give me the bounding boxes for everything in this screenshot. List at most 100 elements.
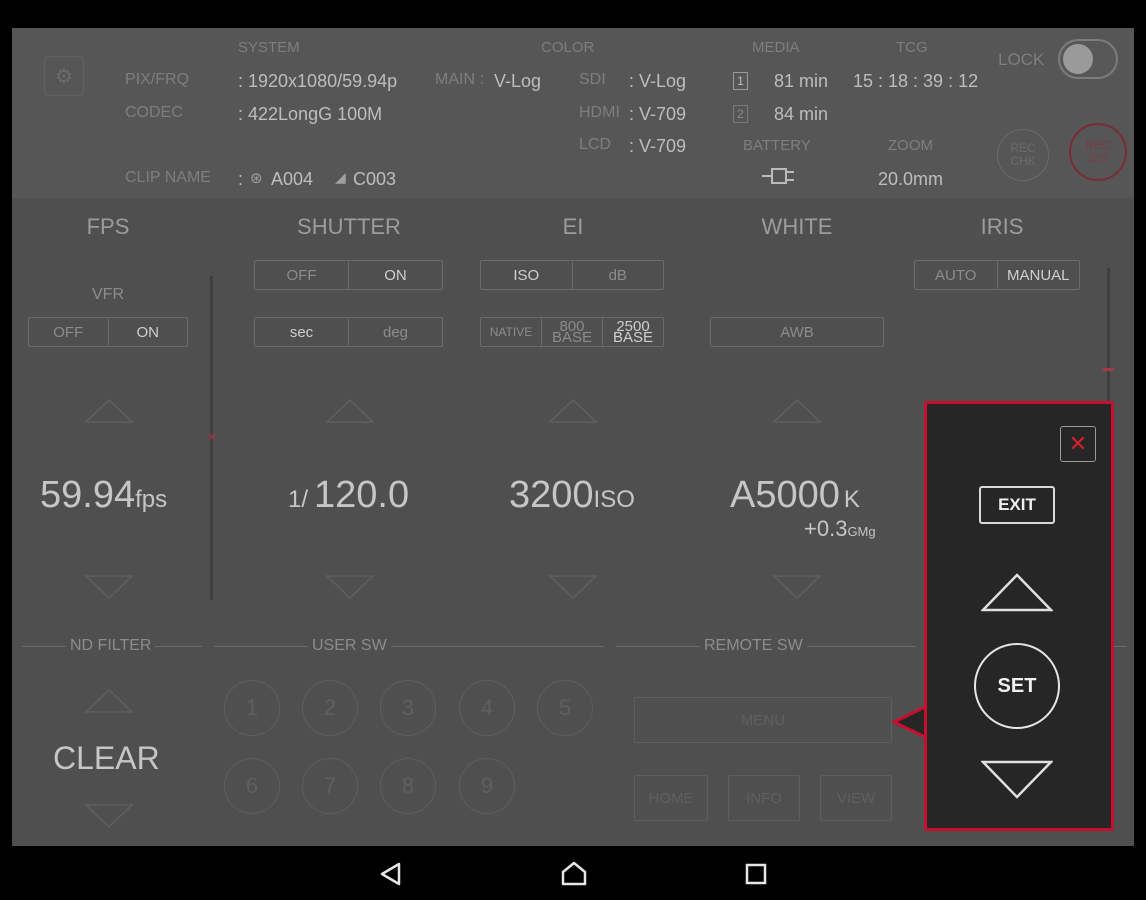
ei-800-base-button[interactable]: 800 BASE	[542, 318, 603, 346]
system-label: SYSTEM	[238, 39, 300, 56]
hdmi-value: : V-709	[629, 104, 687, 124]
white-gm-number: +0.3	[804, 516, 848, 541]
shutter-onoff-toggle[interactable]: OFF ON	[254, 260, 443, 290]
ei-db-button[interactable]: dB	[573, 261, 664, 289]
iris-slider-marker[interactable]	[1103, 368, 1114, 371]
ac-power-icon	[760, 164, 800, 188]
awb-button[interactable]: AWB	[710, 317, 884, 347]
sdi-value: : V-Log	[629, 71, 687, 91]
menu-control-panel: ✕ EXIT SET	[924, 401, 1114, 831]
rec-start-stop-button[interactable]: REC S/S	[1069, 123, 1127, 181]
white-down-arrow-icon[interactable]	[772, 574, 822, 605]
panel-set-button[interactable]: SET	[974, 643, 1060, 729]
vfr-toggle[interactable]: OFF ON	[28, 317, 188, 347]
iris-mode-toggle[interactable]: AUTO MANUAL	[914, 260, 1080, 290]
vfr-on-button[interactable]: ON	[109, 318, 188, 346]
user-sw-button-5[interactable]: 5	[537, 680, 593, 736]
android-navigation-bar	[0, 846, 1146, 900]
shutter-number: 120.0	[314, 474, 410, 516]
shutter-deg-button[interactable]: deg	[349, 318, 442, 346]
ei-unit-toggle[interactable]: ISO dB	[480, 260, 664, 290]
shutter-on-button[interactable]: ON	[349, 261, 442, 289]
awb-label: AWB	[780, 323, 814, 341]
close-icon: ✕	[1068, 431, 1088, 456]
clip-a-icon: ⊛	[250, 170, 263, 187]
camera-remote-screen: ⚙ SYSTEM COLOR MEDIA TCG PIX/FRQ : 1920x…	[12, 28, 1134, 846]
nd-down-arrow-icon[interactable]	[84, 803, 134, 834]
ei-down-arrow-icon[interactable]	[548, 574, 598, 605]
user-sw-button-4[interactable]: 4	[459, 680, 515, 736]
ei-800-base-label: BASE	[551, 329, 593, 346]
clip-c-value: C003	[353, 169, 397, 189]
user-sw-button-2[interactable]: 2	[302, 680, 358, 736]
pixfrq-label: PIX/FRQ	[125, 71, 190, 88]
user-sw-button-3[interactable]: 3	[380, 680, 436, 736]
panel-up-arrow-icon[interactable]	[980, 573, 1054, 618]
shutter-up-arrow-icon[interactable]	[325, 398, 375, 429]
shutter-prefix: 1/	[288, 486, 309, 513]
ei-2500-base-button[interactable]: 2500 BASE	[603, 318, 663, 346]
ei-iso-button[interactable]: ISO	[481, 261, 573, 289]
color-label: COLOR	[541, 39, 595, 56]
main-label: MAIN :	[435, 71, 484, 88]
ei-value: 3200ISO	[509, 474, 635, 517]
shutter-mode-toggle[interactable]: sec deg	[254, 317, 443, 347]
fps-value: 59.94fps	[40, 474, 167, 517]
codec-label: CODEC	[125, 104, 183, 121]
shutter-off-button[interactable]: OFF	[255, 261, 349, 289]
nd-up-arrow-icon[interactable]	[84, 688, 134, 719]
ei-unit: ISO	[593, 486, 635, 513]
ei-native-button[interactable]: NATIVE	[481, 318, 542, 346]
remote-view-button[interactable]: VIEW	[820, 775, 892, 821]
media-label: MEDIA	[752, 39, 800, 56]
shutter-down-arrow-icon[interactable]	[325, 574, 375, 605]
panel-exit-button[interactable]: EXIT	[979, 486, 1055, 524]
user-sw-button-1[interactable]: 1	[224, 680, 280, 736]
sdi-label: SDI	[579, 71, 606, 88]
user-sw-button-7[interactable]: 7	[302, 758, 358, 814]
lock-toggle-knob	[1063, 44, 1093, 74]
vfr-label: VFR	[92, 286, 124, 303]
ei-number: 3200	[509, 474, 594, 516]
vfr-off-button[interactable]: OFF	[29, 318, 109, 346]
shutter-value: 1/120.0	[288, 474, 409, 517]
clip-c-icon: ◢	[335, 169, 346, 185]
panel-down-arrow-icon[interactable]	[980, 760, 1054, 805]
clip-a-value: A004	[271, 169, 314, 189]
battery-label: BATTERY	[743, 137, 811, 154]
pixfrq-value: : 1920x1080/59.94p	[238, 71, 398, 91]
fps-slider-marker[interactable]: ✕	[207, 431, 217, 443]
divider-line	[1114, 646, 1126, 647]
codec-value: : 422LongG 100M	[238, 104, 383, 124]
iris-manual-button[interactable]: MANUAL	[998, 261, 1080, 289]
nd-filter-title: ND FILTER	[66, 637, 156, 655]
shutter-sec-button[interactable]: sec	[255, 318, 349, 346]
settings-gear-icon[interactable]: ⚙	[44, 56, 84, 96]
white-gm-unit: GMg	[847, 524, 876, 539]
clip-name-label: CLIP NAME	[125, 169, 211, 186]
fps-up-arrow-icon[interactable]	[84, 398, 134, 429]
media-slot-1-icon: 1	[733, 72, 748, 90]
user-sw-button-6[interactable]: 6	[224, 758, 280, 814]
remote-home-button[interactable]: HOME	[634, 775, 708, 821]
recent-apps-icon[interactable]	[745, 863, 767, 890]
remote-menu-button[interactable]: MENU	[634, 697, 892, 743]
zoom-label: ZOOM	[888, 137, 933, 154]
media-slot-2-value: 84 min	[774, 104, 829, 124]
home-icon[interactable]	[560, 860, 588, 891]
lock-toggle[interactable]	[1058, 39, 1118, 79]
rec-check-button[interactable]: REC CHK	[997, 129, 1049, 181]
iris-slider-track[interactable]	[1107, 268, 1110, 408]
user-sw-button-8[interactable]: 8	[380, 758, 436, 814]
panel-close-button[interactable]: ✕	[1060, 426, 1096, 462]
user-sw-button-9[interactable]: 9	[459, 758, 515, 814]
ei-up-arrow-icon[interactable]	[548, 398, 598, 429]
ei-base-toggle[interactable]: NATIVE 800 BASE 2500 BASE	[480, 317, 664, 347]
media-slot-2-icon: 2	[733, 105, 748, 123]
fps-down-arrow-icon[interactable]	[84, 574, 134, 605]
iris-auto-button[interactable]: AUTO	[915, 261, 998, 289]
remote-info-button[interactable]: INFO	[728, 775, 800, 821]
remote-sw-title: REMOTE SW	[700, 637, 807, 655]
white-up-arrow-icon[interactable]	[772, 398, 822, 429]
back-icon[interactable]	[378, 862, 404, 891]
